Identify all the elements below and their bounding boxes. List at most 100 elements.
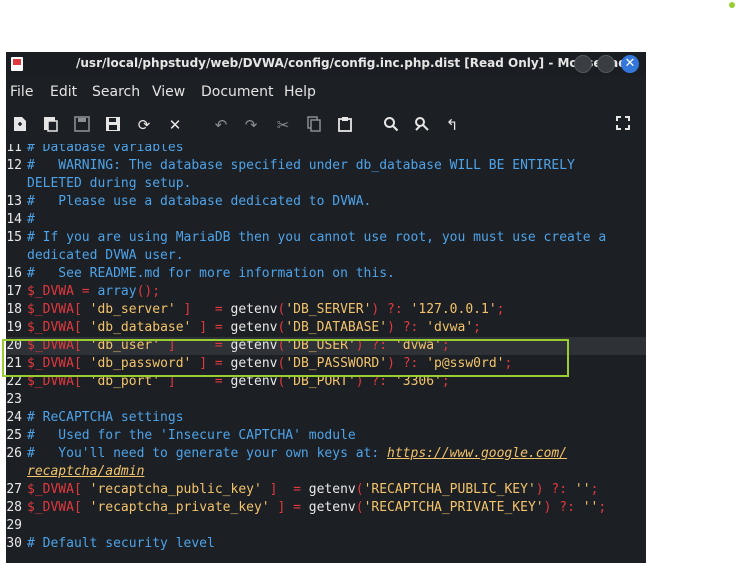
find-icon[interactable] (382, 116, 400, 134)
window-title: /usr/local/phpstudy/web/DVWA/config/conf… (76, 56, 627, 70)
line-number: 27 (6, 482, 22, 497)
code-token: array (97, 284, 137, 299)
code-token: # WARNING: The database specified under … (27, 158, 575, 173)
reload-icon[interactable]: ⟳ (135, 116, 153, 134)
title-bar[interactable]: /usr/local/phpstudy/web/DVWA/config/conf… (6, 52, 646, 76)
code-line[interactable]: 25 # Used for the 'Insecure CAPTCHA' modu… (6, 427, 646, 445)
cut-icon[interactable]: ✂ (274, 116, 292, 134)
code-token: ; (496, 302, 505, 317)
menu-view[interactable]: View (152, 84, 185, 100)
line-code: # ReCAPTCHA settings (27, 409, 184, 427)
line-code: dedicated DVWA user. (27, 247, 184, 265)
menu-search[interactable]: Search (92, 84, 140, 100)
line-code: $_DVWA[ 'recaptcha_private_key' ] = gete… (27, 499, 606, 517)
line-code: # Please use a database dedicated to DVW… (27, 193, 371, 211)
code-token: getenv (308, 500, 356, 515)
code-line[interactable]: 27 $_DVWA[ 'recaptcha_public_key' ] = get… (6, 481, 646, 499)
decorative-dot (729, 2, 735, 8)
code-token: [ (73, 302, 90, 317)
line-number: 23 (6, 392, 22, 407)
mousepad-app-icon (11, 57, 23, 71)
code-token: ] = (191, 320, 231, 335)
code-token: 'RECAPTCHA_PRIVATE_KEY' (363, 500, 544, 515)
goto-icon[interactable]: ↰ (443, 116, 461, 134)
code-token: ] = (175, 302, 231, 317)
code-line[interactable]: 15 # If you are using MariaDB then you ca… (6, 229, 646, 247)
code-line[interactable]: 29 (6, 517, 646, 535)
code-line[interactable]: 23 (6, 391, 646, 409)
code-token: # You'll need to generate your own keys … (27, 446, 388, 461)
new-window-icon[interactable] (42, 116, 60, 134)
code-line[interactable]: DELETED during setup. (6, 175, 646, 193)
code-token: getenv (308, 482, 356, 497)
code-line[interactable]: 30 # Default security level (6, 535, 646, 553)
line-number: 28 (6, 500, 22, 515)
code-line[interactable]: 18 $_DVWA[ 'db_server' ] = getenv('DB_SER… (6, 301, 646, 319)
paste-icon[interactable] (336, 116, 354, 134)
new-document-icon[interactable] (11, 116, 29, 134)
code-line[interactable]: 16 # See README.md for more information o… (6, 265, 646, 283)
code-token: '' (574, 482, 591, 497)
code-line[interactable]: 14 # (6, 211, 646, 229)
code-line[interactable]: 26 # You'll need to generate your own key… (6, 445, 646, 463)
code-line[interactable]: 17 $_DVWA = array(); (6, 283, 646, 301)
code-token: getenv (230, 302, 278, 317)
menu-edit[interactable]: Edit (50, 84, 77, 100)
undo-icon[interactable]: ↶ (212, 116, 230, 134)
maximize-button[interactable] (597, 55, 615, 73)
code-line[interactable]: 24 # ReCAPTCHA settings (6, 409, 646, 427)
menu-help[interactable]: Help (284, 84, 316, 100)
line-code: # Database variables (27, 144, 184, 157)
line-number: 15 (6, 230, 22, 245)
line-number: 18 (6, 302, 22, 317)
code-line[interactable]: 19 $_DVWA[ 'db_database' ] = getenv('DB_D… (6, 319, 646, 337)
close-doc-icon[interactable]: ✕ (166, 116, 184, 134)
code-line[interactable]: 13 # Please use a database dedicated to D… (6, 193, 646, 211)
code-token: $_DVWA (27, 320, 74, 335)
code-line[interactable]: 28 $_DVWA[ 'recaptcha_private_key' ] = ge… (6, 499, 646, 517)
line-code: $_DVWA = array(); (27, 283, 160, 301)
code-token: = (73, 284, 98, 299)
code-line[interactable]: 11 # Database variables (6, 144, 646, 157)
code-token: [ (73, 320, 90, 335)
close-button[interactable]: ✕ (621, 55, 639, 73)
code-token: ; (473, 320, 481, 335)
line-number: 17 (6, 284, 22, 299)
menu-file[interactable]: File (10, 84, 33, 100)
code-token: ) ?: (543, 500, 583, 515)
code-token: # See README.md for more information on … (27, 266, 395, 281)
code-token[interactable]: recaptcha/admin (27, 464, 144, 479)
code-token: getenv (230, 320, 278, 335)
save-as-icon[interactable] (104, 116, 122, 134)
line-code: # You'll need to generate your own keys … (27, 445, 567, 463)
redo-icon[interactable]: ↷ (242, 116, 260, 134)
save-icon[interactable] (73, 116, 91, 134)
line-code: $_DVWA[ 'recaptcha_public_key' ] = geten… (27, 481, 598, 499)
code-token: ) ?: (371, 302, 411, 317)
code-token: ( (355, 500, 364, 515)
minimize-button[interactable] (574, 55, 592, 73)
line-code: # (27, 211, 35, 229)
code-token: $_DVWA (27, 482, 74, 497)
code-line[interactable]: recaptcha/admin (6, 463, 646, 481)
copy-icon[interactable] (305, 116, 323, 134)
code-token: 'RECAPTCHA_PUBLIC_KEY' (363, 482, 536, 497)
code-token: 'recaptcha_private_key' (89, 500, 270, 515)
code-token: DELETED during setup. (27, 176, 192, 191)
code-line[interactable]: dedicated DVWA user. (6, 247, 646, 265)
fullscreen-icon[interactable] (614, 116, 632, 134)
menu-bar: File Edit Search View Document Help (6, 82, 646, 104)
menu-document[interactable]: Document (201, 84, 274, 100)
line-number: 24 (6, 410, 22, 425)
line-number: 14 (6, 212, 22, 227)
code-token: 'db_database' (89, 320, 192, 335)
code-line[interactable]: 12 # WARNING: The database specified unde… (6, 157, 646, 175)
code-token: ; (598, 500, 607, 515)
code-token[interactable]: https://www.google.com/ (387, 446, 567, 461)
line-number: 25 (6, 428, 22, 443)
code-token: ) ?: (387, 320, 427, 335)
highlight-box (2, 339, 569, 377)
find-replace-icon[interactable] (413, 116, 431, 134)
line-code: # WARNING: The database specified under … (27, 157, 575, 175)
line-code: # Default security level (27, 535, 215, 553)
